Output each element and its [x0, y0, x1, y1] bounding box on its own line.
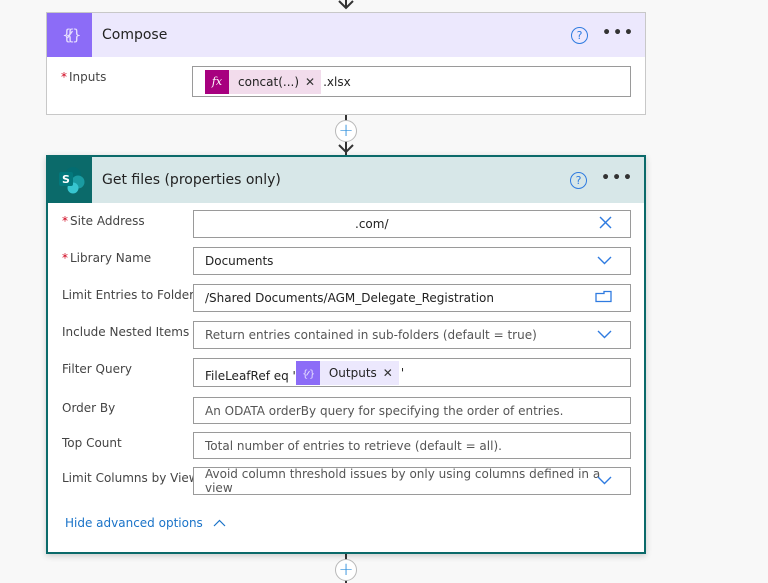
get-files-header[interactable]: S Get files (properties only) ? •••: [48, 157, 644, 203]
inputs-field[interactable]: fx concat(...) ✕ .xlsx: [192, 66, 631, 97]
include-nested-row: Include Nested Items Return entries cont…: [48, 321, 644, 349]
compose-action-card: {{} Compose ? ••• *Inputs fx concat(...)…: [46, 12, 646, 115]
filter-query-row: Filter Query FileLeafRef eq ' {} Outputs…: [48, 358, 644, 387]
chevron-down-icon[interactable]: [597, 474, 612, 488]
arrow-down-icon: [338, 0, 354, 10]
limit-columns-dropdown[interactable]: Avoid column threshold issues by only us…: [193, 467, 631, 495]
library-name-dropdown[interactable]: Documents: [193, 247, 631, 275]
chevron-up-icon: [213, 516, 226, 530]
chevron-down-icon[interactable]: [597, 328, 612, 342]
outputs-token[interactable]: {} Outputs✕: [295, 360, 399, 385]
order-by-label: Order By: [62, 401, 116, 415]
site-address-field[interactable]: .com/: [193, 210, 631, 238]
hide-advanced-options-link[interactable]: Hide advanced options: [65, 516, 226, 530]
help-icon[interactable]: ?: [571, 27, 588, 44]
help-icon[interactable]: ?: [570, 172, 587, 189]
inputs-field-row: * Inputs fx concat(...) ✕ .xlsx: [47, 66, 645, 97]
order-by-field[interactable]: An ODATA orderBy query for specifying th…: [193, 397, 631, 424]
compose-braces-icon: {{}: [47, 13, 92, 57]
arrow-down-icon: [338, 144, 354, 154]
inputs-suffix: .xlsx: [323, 74, 351, 89]
folder-icon[interactable]: [595, 290, 612, 306]
more-options-icon[interactable]: •••: [602, 25, 635, 41]
clear-icon[interactable]: [599, 216, 612, 232]
library-name-row: * Library Name Documents: [48, 247, 644, 275]
function-icon: fx: [205, 69, 229, 94]
limit-columns-label: Limit Columns by View: [62, 471, 199, 485]
site-address-row: * Site Address .com/: [48, 210, 644, 238]
insert-step-button[interactable]: +: [335, 120, 357, 142]
get-files-title: Get files (properties only): [102, 172, 281, 188]
filter-query-field[interactable]: FileLeafRef eq ' {} Outputs✕ ': [193, 358, 631, 387]
order-by-row: Order By An ODATA orderBy query for spec…: [48, 397, 644, 425]
limit-folder-label: Limit Entries to Folder: [62, 288, 195, 302]
svg-text:}: }: [309, 369, 314, 379]
get-files-action-card: S Get files (properties only) ? ••• * Sit…: [46, 155, 646, 554]
insert-step-button[interactable]: +: [335, 559, 357, 581]
limit-folder-row: Limit Entries to Folder /Shared Document…: [48, 284, 644, 312]
compose-title: Compose: [102, 27, 168, 43]
svg-text:S: S: [62, 173, 70, 186]
remove-token-icon[interactable]: ✕: [383, 366, 393, 380]
compose-braces-icon: {}: [295, 360, 320, 385]
sharepoint-icon: S: [48, 157, 92, 203]
expression-token[interactable]: fx concat(...) ✕: [205, 69, 322, 94]
redacted-address: [205, 219, 355, 229]
more-options-icon[interactable]: •••: [601, 170, 634, 186]
compose-header[interactable]: {{} Compose ? •••: [47, 13, 645, 57]
library-name-label: * Library Name: [62, 251, 152, 265]
site-address-label: * Site Address: [62, 214, 145, 228]
limit-columns-row: Limit Columns by View Avoid column thres…: [48, 467, 644, 495]
chevron-down-icon[interactable]: [597, 254, 612, 268]
top-count-row: Top Count Total number of entries to ret…: [48, 432, 644, 460]
filter-query-label: Filter Query: [62, 362, 133, 376]
svg-text:}: }: [72, 26, 81, 44]
remove-token-icon[interactable]: ✕: [305, 75, 315, 89]
include-nested-label: Include Nested Items: [62, 325, 190, 339]
inputs-label: * Inputs: [61, 70, 107, 84]
include-nested-dropdown[interactable]: Return entries contained in sub-folders …: [193, 321, 631, 349]
top-count-field[interactable]: Total number of entries to retrieve (def…: [193, 432, 631, 459]
top-count-label: Top Count: [62, 436, 122, 450]
limit-folder-field[interactable]: /Shared Documents/AGM_Delegate_Registrat…: [193, 284, 631, 312]
